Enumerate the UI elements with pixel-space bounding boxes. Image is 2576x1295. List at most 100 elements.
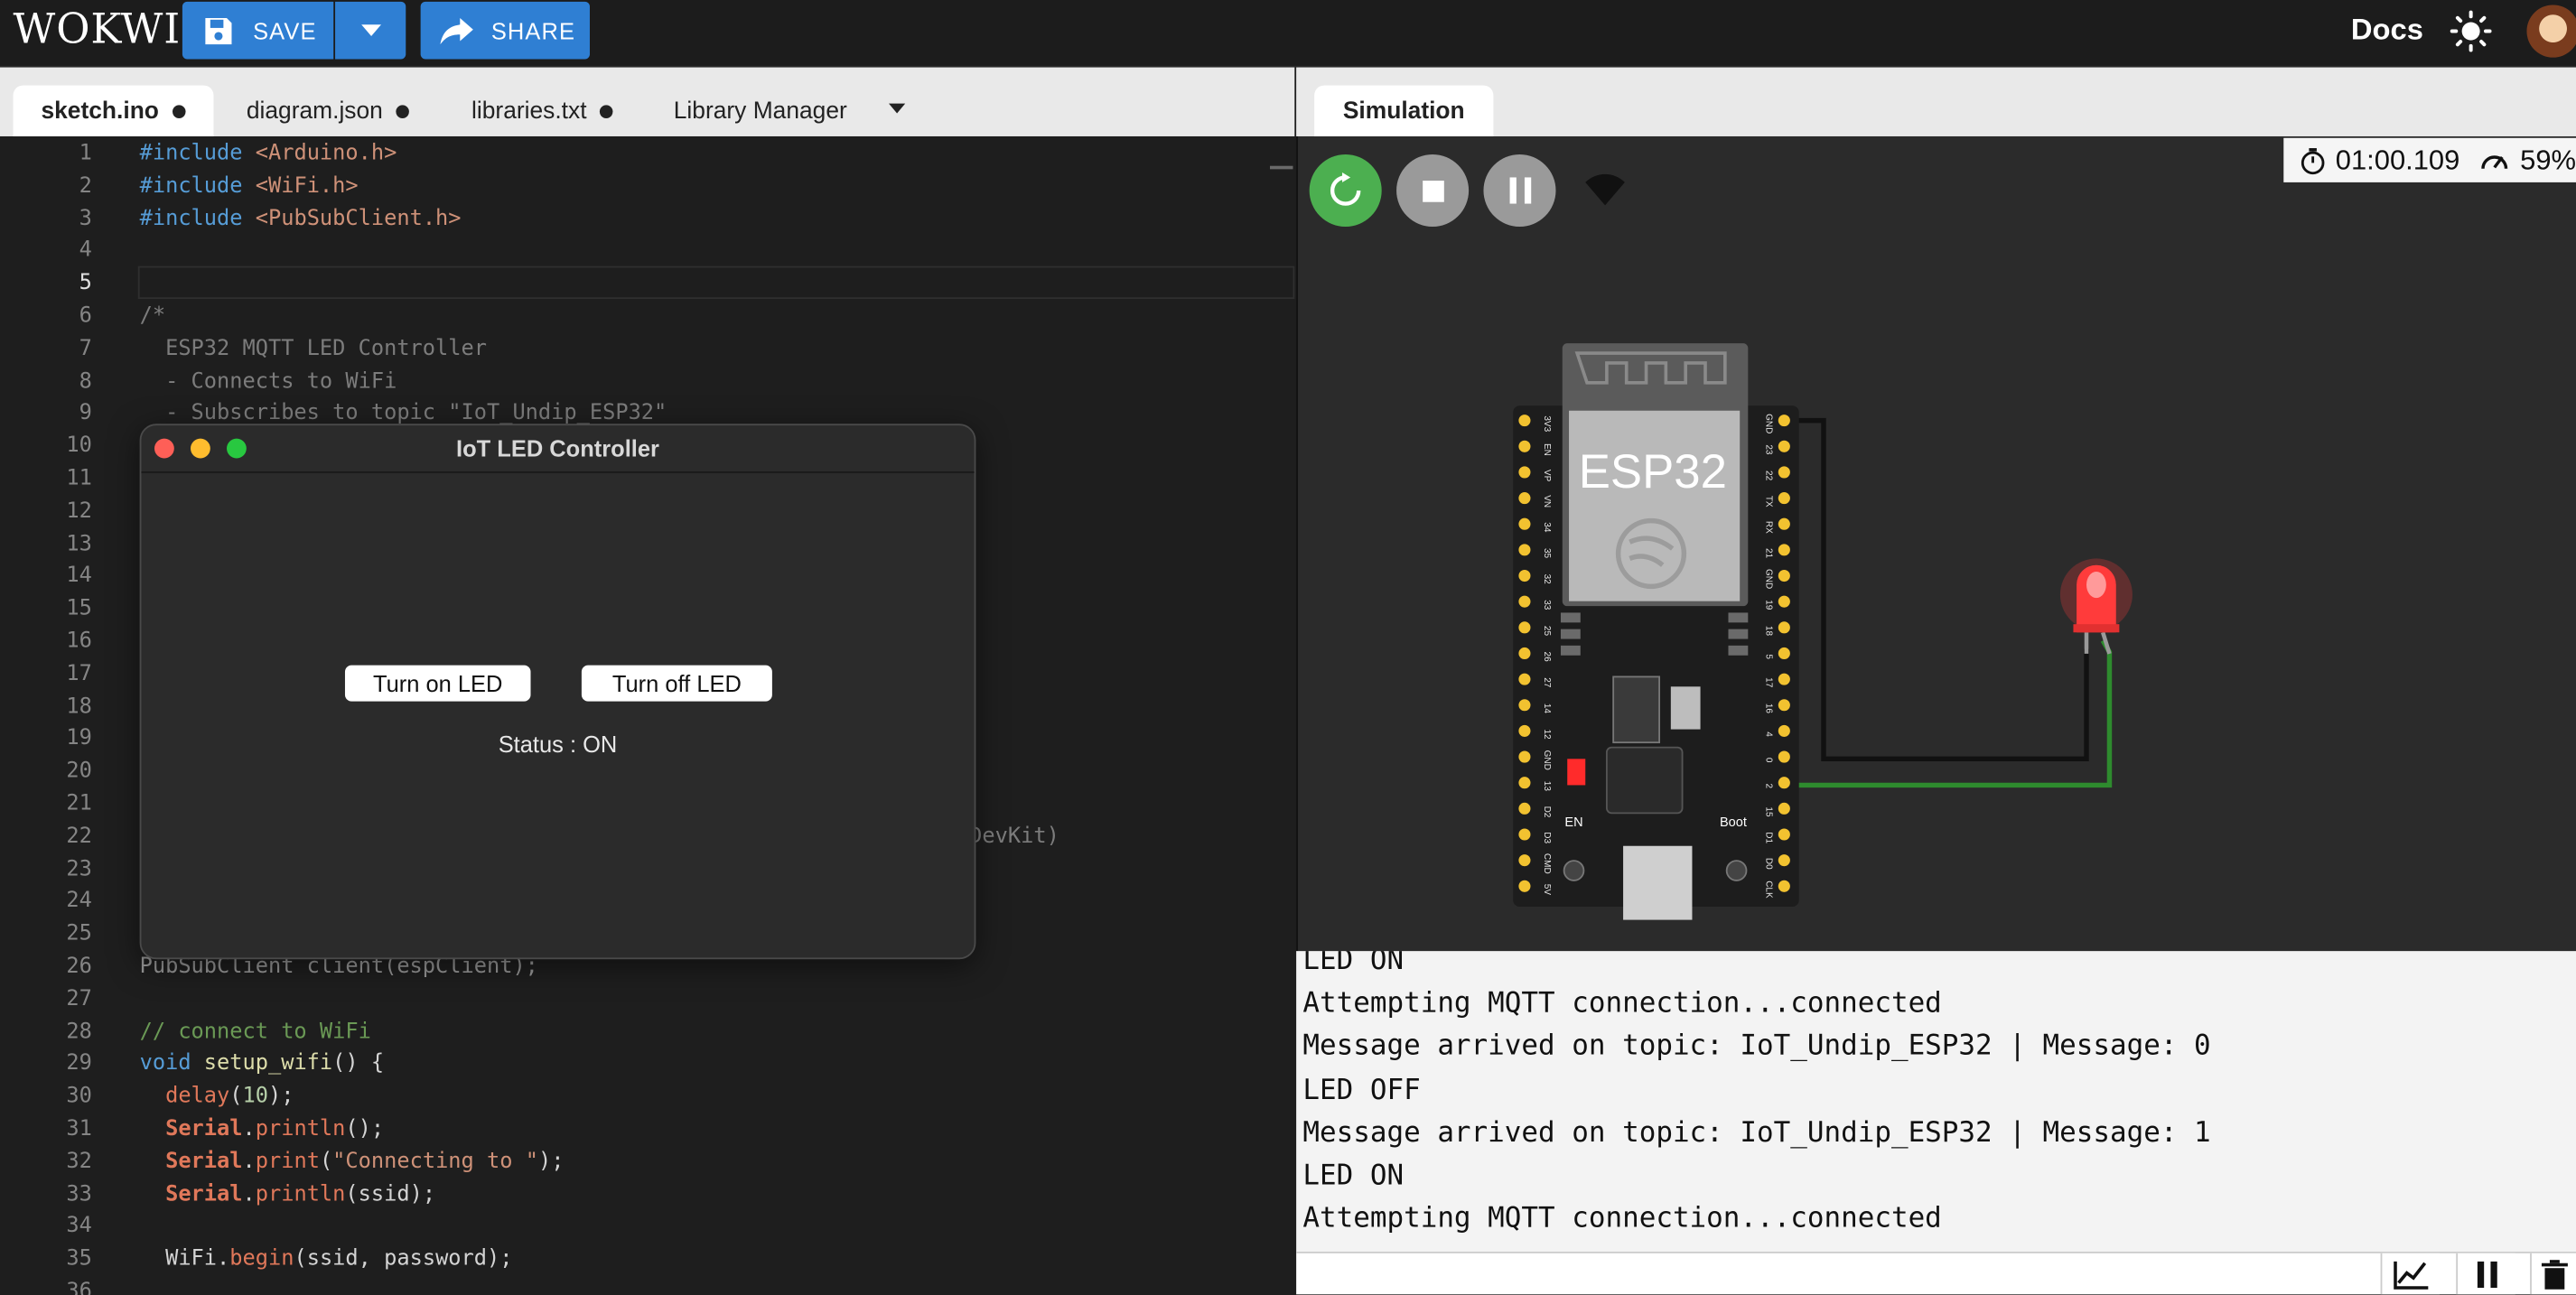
pin-21[interactable] [1778, 544, 1790, 556]
pin-23[interactable] [1778, 440, 1790, 452]
pin-25[interactable] [1518, 621, 1531, 634]
serial-monitor[interactable]: LED ON Attempting MQTT connection...conne… [1296, 951, 2576, 1253]
maximize-window-icon[interactable] [227, 438, 247, 459]
trash-icon [2540, 1259, 2568, 1289]
circuit-diagram[interactable]: EN Boot ESP32 3V3ENVPVN34353233252627141… [1479, 329, 2169, 936]
usb-connector [1623, 845, 1693, 920]
pin-5[interactable] [1778, 647, 1790, 660]
plotter-button[interactable] [2380, 1253, 2441, 1295]
save-button[interactable]: SAVE [182, 1, 334, 60]
pin-12[interactable] [1518, 724, 1531, 737]
pin-gnd[interactable] [1778, 569, 1790, 582]
line-number: 2 [79, 173, 92, 199]
line-number: 11 [66, 466, 92, 491]
timer-value: 01:00.109 [2335, 144, 2460, 175]
pin-18[interactable] [1778, 621, 1790, 634]
restart-simulation-button[interactable] [1309, 154, 1382, 228]
code-line: - Connects to WiFi [139, 368, 397, 394]
speedometer-icon [2481, 154, 2508, 169]
pin-label: GND [1542, 750, 1552, 770]
tab-sketch-ino[interactable]: sketch.ino [13, 85, 213, 136]
tab-label: Library Manager [673, 98, 847, 125]
pin-26[interactable] [1518, 647, 1531, 660]
docs-link[interactable]: Docs [2351, 14, 2423, 48]
pin-0[interactable] [1778, 750, 1790, 763]
modified-dot-icon [396, 104, 409, 118]
pin-rx[interactable] [1778, 517, 1790, 530]
pin-tx[interactable] [1778, 492, 1790, 505]
minimize-window-icon[interactable] [190, 438, 210, 459]
user-avatar[interactable] [2526, 5, 2576, 58]
pin-32[interactable] [1518, 569, 1531, 582]
pin-d3[interactable] [1518, 828, 1531, 841]
line-number: 20 [66, 759, 92, 784]
pin-35[interactable] [1518, 544, 1531, 556]
tab-simulation[interactable]: Simulation [1314, 85, 1494, 136]
clear-serial-button[interactable] [2530, 1253, 2576, 1295]
pin-14[interactable] [1518, 699, 1531, 712]
serial-line: Attempting MQTT connection...connected [1302, 987, 1942, 1020]
turn-on-led-button[interactable]: Turn on LED [344, 665, 531, 702]
serial-line: Message arrived on topic: IoT_Undip_ESP3… [1302, 1116, 2211, 1150]
pause-serial-button[interactable] [2456, 1253, 2515, 1295]
pin-gnd[interactable] [1518, 750, 1531, 763]
pin-label: CLK [1763, 880, 1773, 899]
close-window-icon[interactable] [154, 438, 174, 459]
pin-4[interactable] [1778, 724, 1790, 737]
code-line: void setup_wifi() { [139, 1051, 385, 1077]
pin-label: 5 [1763, 654, 1773, 659]
line-number: 21 [66, 791, 92, 816]
pin-13[interactable] [1518, 777, 1531, 789]
pause-icon [1508, 177, 1531, 204]
tab-diagram-json[interactable]: diagram.json [247, 86, 409, 136]
pin-34[interactable] [1518, 517, 1531, 530]
boot-label: Boot [1720, 815, 1747, 830]
pin-3v3[interactable] [1518, 415, 1531, 427]
pin-15[interactable] [1778, 802, 1790, 815]
boot-button [1725, 860, 1748, 881]
pin-label: 19 [1763, 600, 1773, 610]
pin-d0[interactable] [1778, 854, 1790, 867]
line-number: 23 [66, 856, 92, 882]
pin-22[interactable] [1778, 466, 1790, 479]
pin-en[interactable] [1518, 440, 1531, 452]
share-icon [440, 17, 473, 44]
pin-d2[interactable] [1518, 802, 1531, 815]
pin-label: 2 [1763, 784, 1773, 789]
wokwi-logo[interactable]: WOKWI [14, 5, 182, 52]
stopwatch-icon [2301, 147, 2325, 174]
pause-simulation-button[interactable] [1483, 154, 1556, 228]
stop-simulation-button[interactable] [1396, 154, 1470, 228]
code-line: #include <WiFi.h> [139, 173, 359, 199]
pin-clk[interactable] [1778, 880, 1790, 892]
pin-16[interactable] [1778, 699, 1790, 712]
share-button[interactable]: SHARE [420, 1, 590, 60]
tabs-menu-chevron-icon[interactable] [889, 103, 906, 114]
iot-led-controller-window[interactable]: IoT LED Controller Turn on LED Turn off … [139, 424, 976, 960]
led-status-text: Status : ON [498, 731, 618, 758]
tab-libraries-txt[interactable]: libraries.txt [471, 86, 613, 136]
pin-label: 23 [1763, 444, 1773, 455]
pin-5v[interactable] [1518, 880, 1531, 892]
tab-library-manager[interactable]: Library Manager [674, 86, 847, 136]
share-label: SHARE [490, 17, 576, 44]
pin-33[interactable] [1518, 595, 1531, 608]
pin-vn[interactable] [1518, 492, 1531, 505]
line-number: 27 [66, 986, 92, 1012]
code-line: #include <PubSubClient.h> [139, 206, 462, 231]
pin-27[interactable] [1518, 673, 1531, 685]
wifi-icon [1585, 173, 1625, 206]
line-number: 1 [79, 141, 92, 166]
pin-d1[interactable] [1778, 828, 1790, 841]
pin-cmd[interactable] [1518, 854, 1531, 867]
line-number: 9 [79, 401, 92, 426]
pin-vp[interactable] [1518, 466, 1531, 479]
pin-gnd[interactable] [1778, 415, 1790, 427]
turn-off-led-button[interactable]: Turn off LED [581, 665, 772, 702]
line-number: 4 [79, 238, 92, 264]
pin-2[interactable] [1778, 777, 1790, 789]
pin-17[interactable] [1778, 673, 1790, 685]
pin-19[interactable] [1778, 595, 1790, 608]
theme-toggle-sun-icon[interactable] [2450, 10, 2492, 52]
save-options-dropdown[interactable] [335, 1, 406, 60]
